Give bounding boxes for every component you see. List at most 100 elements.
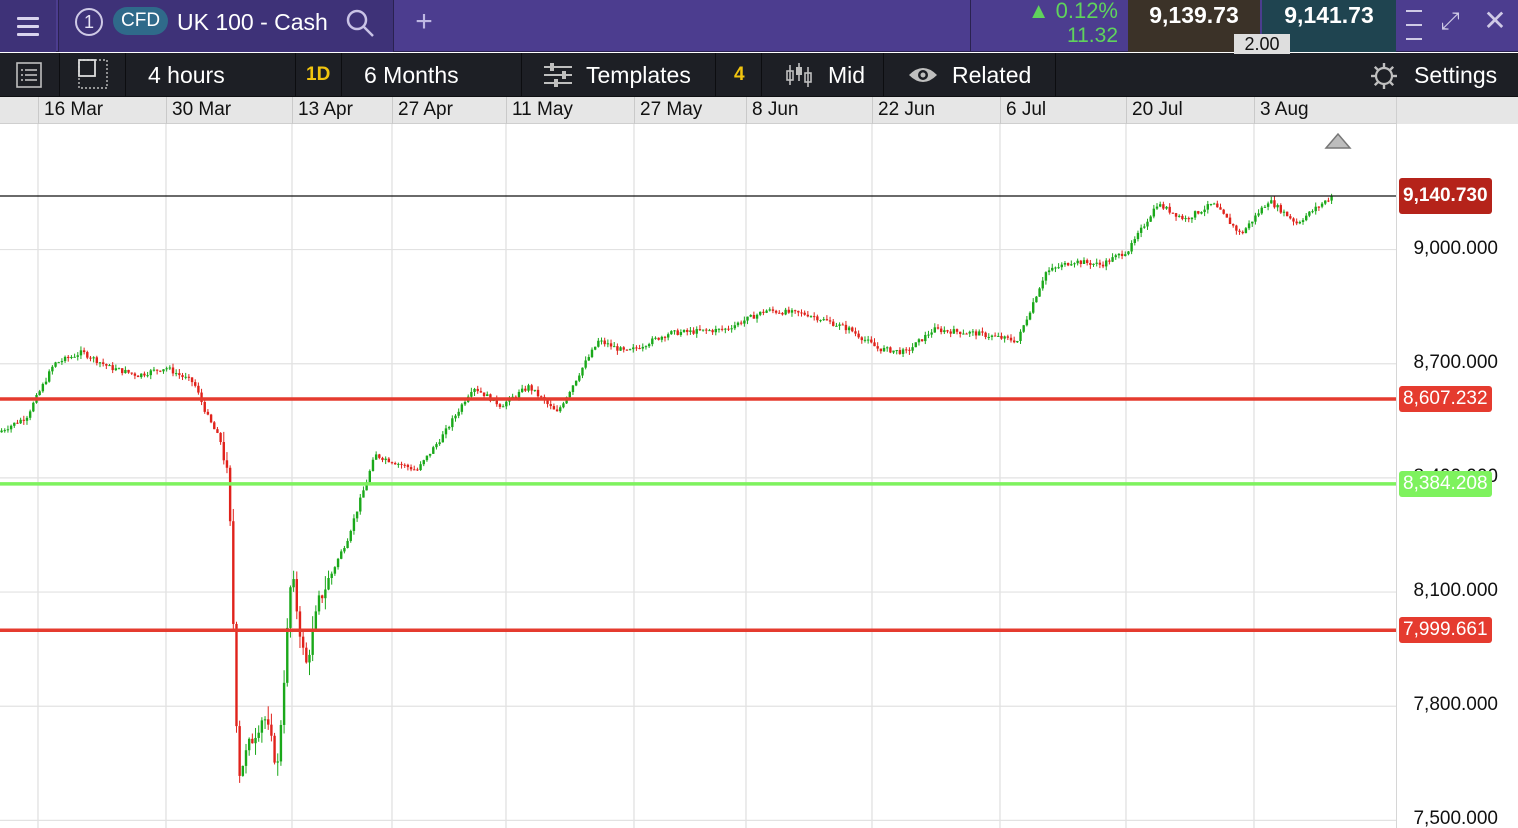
candle-body xyxy=(336,558,340,568)
date-tick xyxy=(872,97,873,124)
candle-body xyxy=(1238,230,1241,232)
candle-body xyxy=(86,352,89,358)
candle-body xyxy=(308,654,311,663)
candle-body xyxy=(1003,336,1006,339)
price-tick-label: 7,500.000 xyxy=(1413,808,1498,828)
level-price-tag[interactable]: 8,384.208 xyxy=(1399,470,1492,497)
candle-body xyxy=(387,458,391,463)
candle-body xyxy=(663,336,667,338)
candle-body xyxy=(311,628,314,655)
candle-body xyxy=(206,411,210,415)
candle-body xyxy=(635,347,638,349)
related-button[interactable]: Related xyxy=(884,53,1056,97)
candle-body xyxy=(111,365,114,371)
candle-body xyxy=(666,334,670,338)
candle-body xyxy=(930,332,933,335)
eye-icon xyxy=(909,68,937,82)
instrument-header: 1 CFD UK 100 - Cash + ▲ 0.12% 11.32 9,13… xyxy=(0,0,1518,54)
candle-body xyxy=(330,573,333,579)
candle-body xyxy=(803,312,806,315)
candle-body xyxy=(238,726,241,776)
candle-body xyxy=(962,333,965,335)
candle-body xyxy=(1070,264,1073,266)
candle-body xyxy=(816,316,819,321)
date-label: 27 May xyxy=(640,99,703,120)
close-icon[interactable]: ✕ xyxy=(1480,4,1510,38)
candle-body xyxy=(660,336,664,340)
candle-body xyxy=(1089,262,1092,265)
instrument-tab[interactable]: 1 CFD UK 100 - Cash xyxy=(58,0,394,52)
settings-button[interactable]: Settings xyxy=(1356,53,1518,97)
candle-body xyxy=(435,444,438,448)
candle-body xyxy=(793,310,797,312)
level-price-tag[interactable]: 7,999.661 xyxy=(1399,617,1492,644)
search-icon[interactable] xyxy=(345,8,375,38)
timeframe-1d-button[interactable]: 1D xyxy=(296,53,342,97)
date-axis[interactable]: 16 Mar 30 Mar 13 Apr 27 Apr 11 May 27 May 8 Ju… xyxy=(0,97,1396,124)
candle-body xyxy=(730,328,733,330)
candle-body xyxy=(333,567,337,574)
candle-body xyxy=(146,375,149,377)
level-price-tag[interactable]: 8,607.232 xyxy=(1399,386,1492,413)
candle-body xyxy=(54,362,57,367)
add-tab-button[interactable]: + xyxy=(404,0,444,52)
price-type-select[interactable]: Mid xyxy=(762,53,884,97)
candle-body xyxy=(762,311,765,313)
candle-body xyxy=(1152,208,1156,217)
candle-body xyxy=(400,463,403,465)
candle-body xyxy=(838,324,841,326)
candle-body xyxy=(362,490,365,498)
candle-body xyxy=(974,331,978,336)
candle-body xyxy=(755,314,759,319)
candle-body xyxy=(1095,262,1098,264)
candle-body xyxy=(714,328,717,333)
price-axis[interactable]: 9,000.0008,700.0008,400.0008,100.0007,80… xyxy=(1396,124,1518,828)
menu-button[interactable] xyxy=(0,0,56,52)
candle-body xyxy=(632,347,635,350)
candle-body xyxy=(1155,206,1159,209)
expand-icon[interactable]: ⤢ xyxy=(1436,8,1464,36)
layout-button[interactable] xyxy=(60,53,126,97)
candle-body xyxy=(959,331,962,334)
candle-body xyxy=(1165,206,1168,209)
candle-body xyxy=(1178,215,1181,217)
candle-body xyxy=(1260,207,1263,214)
candle-body xyxy=(320,595,324,599)
candle-body xyxy=(1320,203,1324,207)
date-tick xyxy=(1126,97,1127,124)
menu-icon xyxy=(17,16,39,20)
price-chart[interactable] xyxy=(0,124,1396,828)
interval-select[interactable]: 4 hours xyxy=(126,53,296,97)
candle-body xyxy=(1292,218,1295,222)
range-select[interactable]: 6 Months xyxy=(342,53,522,97)
candle-body xyxy=(159,370,162,372)
chart-list-button[interactable] xyxy=(0,53,60,97)
templates-button[interactable]: Templates xyxy=(522,53,716,97)
candle-body xyxy=(225,460,229,468)
candle-body xyxy=(273,735,276,763)
buy-price: 9,141.73 xyxy=(1284,2,1374,28)
candle-body xyxy=(28,411,32,418)
candle-body xyxy=(873,342,876,347)
candle-body xyxy=(41,384,45,392)
candle-body xyxy=(25,417,29,421)
candle-body xyxy=(686,329,689,332)
candle-body xyxy=(406,464,410,468)
candle-body xyxy=(368,470,371,483)
price-tick-label: 8,100.000 xyxy=(1413,580,1498,602)
candle-body xyxy=(143,373,146,376)
home-icon[interactable] xyxy=(1324,132,1352,149)
candle-body xyxy=(260,720,264,733)
layout-icon xyxy=(78,59,108,89)
drag-handle-icon[interactable] xyxy=(1406,10,1422,40)
indicators-count-button[interactable]: 4 xyxy=(716,53,762,97)
candle-body xyxy=(1222,209,1225,214)
candle-body xyxy=(1016,340,1019,343)
candle-body xyxy=(247,738,251,751)
candle-body xyxy=(286,627,289,683)
candle-body xyxy=(1257,213,1260,216)
candle-body xyxy=(168,367,172,369)
chart-canvas[interactable] xyxy=(0,124,1396,828)
candle-body xyxy=(844,324,848,331)
candle-body xyxy=(943,330,946,333)
